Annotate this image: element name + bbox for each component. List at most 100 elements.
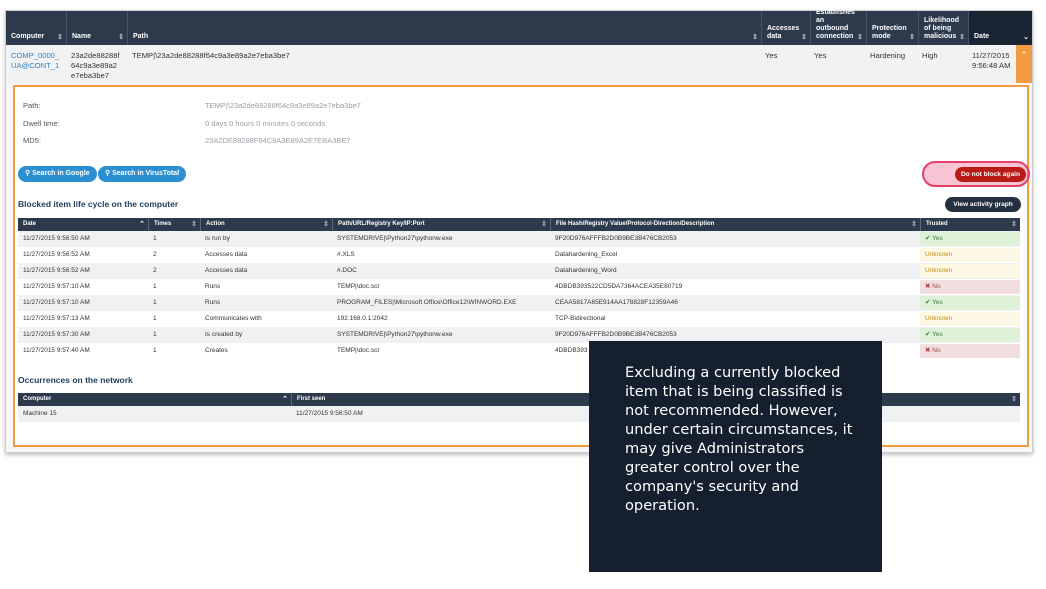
table-row[interactable]: 11/27/2015 9:56:52 AM 2 Accesses data #.XLS… [18,247,1020,263]
col-header-date[interactable]: Date ⌄ [968,11,1032,45]
col-header-label: Path [133,33,149,40]
lc-date: 11/27/2015 9:56:52 AM [23,267,90,274]
col-header-label: Name [72,33,92,40]
col-header-name[interactable]: Name ⇕ [66,11,127,45]
trusted-badge: Unknown [920,264,1020,278]
lc-action: Is run by [205,235,230,242]
computer-link[interactable]: COMP_0000_ UA@CONT_1 [11,51,59,71]
chevron-up-icon: ⌃ [139,221,145,228]
lc-action: Communicates with [205,315,262,322]
sort-arrows-icon[interactable]: ⇕ [959,33,965,41]
lc-path: TEMP|\doc.scr [337,347,380,354]
sort-arrows-icon: ⇕ [1011,221,1017,228]
trusted-label: Unknown [925,251,953,258]
sort-arrows-icon[interactable]: ⇕ [118,33,124,41]
sort-arrows-icon: ⇕ [911,221,917,228]
col-header-label: Protection mode [872,25,907,40]
accesses-data-value: Yes [765,51,778,60]
lc-path: #.DOC [337,267,357,274]
sort-arrows-icon[interactable]: ⇕ [57,33,63,41]
button-label: Search in VirusTotal [112,170,180,177]
lc-hash: TCP-Bidirectional [555,315,606,322]
lc-times: 1 [153,331,157,338]
sort-arrows-icon[interactable]: ⇕ [857,33,863,41]
lc-path: #.XLS [337,251,355,258]
view-activity-graph-button[interactable]: View activity graph [945,197,1021,212]
lc-times: 1 [153,347,157,354]
lc-action: Accesses data [205,267,248,274]
lc-path: TEMP|\doc.scr [337,283,380,290]
lc-date: 11/27/2015 9:56:50 AM [23,235,90,242]
lc-action: Runs [205,299,221,306]
sort-arrows-icon: ⇕ [1011,396,1017,403]
chevron-up-icon[interactable]: ⌃ [1016,45,1032,83]
lc-hash: CEAA5817A65E914AA178828F12359A46 [555,299,678,306]
lc-action: Creates [205,347,228,354]
sort-arrows-icon[interactable]: ⇕ [801,33,807,41]
trusted-label: Yes [932,299,943,306]
lc-times: 1 [153,283,157,290]
occ-header-computer[interactable]: Computer ⌃ [18,393,291,406]
lc-times: 2 [153,267,157,274]
header-label: Trusted [926,221,948,227]
sort-arrows-icon: ⇕ [323,221,329,228]
trusted-label: Unknown [925,315,953,322]
do-not-block-button[interactable]: Do not block again [955,167,1026,182]
table-row[interactable]: 11/27/2015 9:56:50 AM 1 Is run by SYSTEMDRI… [18,231,1020,247]
lc-action: Runs [205,283,221,290]
table-row[interactable]: 11/27/2015 9:57:10 AM 1 Runs PROGRAM_FILES|… [18,295,1020,311]
path-value: TEMP|\23a2de88288f64c9a3e89a2e7eba3be7 [205,101,361,110]
trusted-badge: ✔ Yes [920,328,1020,342]
header-label: Action [206,221,225,227]
col-header-likelihood[interactable]: Likelihood of being malicious ⇕ [918,11,968,45]
info-tooltip: Excluding a currently blocked item that … [589,341,882,572]
col-header-label: Date [974,33,990,40]
date-value: 11/27/2015 9:56:48 AM [972,51,1011,70]
lc-times: 1 [153,299,157,306]
header-label: File Hash/Registry Value/Protocol-Direct… [556,221,715,227]
lc-date: 11/27/2015 9:56:52 AM [23,251,90,258]
lc-hash: 4DBDB393522CD5DA7364ACEA35E80719 [555,283,683,290]
occ-first-seen: 11/27/2015 9:56:50 AM [296,410,363,417]
lc-header-action[interactable]: Action ⇕ [200,218,332,231]
chevron-up-icon: ⌃ [282,396,288,403]
table-row[interactable]: 11/27/2015 9:56:52 AM 2 Accesses data #.DOC… [18,263,1020,279]
trusted-label: Yes [932,235,943,242]
outbound-value: Yes [814,51,827,60]
sort-arrows-icon: ⇕ [191,221,197,228]
col-header-computer[interactable]: Computer ⇕ [6,11,66,45]
lc-action: Is created by [205,331,243,338]
lc-action: Accesses data [205,251,248,258]
header-label: Date [23,221,37,227]
col-header-path[interactable]: Path ⇕ [127,11,761,45]
search-virustotal-button[interactable]: ⚲ Search in VirusTotal [98,166,187,182]
header-label: Times [154,221,172,227]
chevron-down-icon[interactable]: ⌄ [1023,33,1029,41]
col-header-outbound[interactable]: Establishes an outbound connection ⇕ [810,9,866,45]
dwell-value: 0 days 0 hours 0 minutes 0 seconds [205,119,326,128]
likelihood-value: High [922,51,938,60]
lc-date: 11/27/2015 9:57:30 AM [23,331,90,338]
sort-arrows-icon[interactable]: ⇕ [752,33,758,41]
col-header-protection[interactable]: Protection mode ⇕ [866,11,918,45]
item-name: 23a2de88288f 64c9a3e89a2 e7eba3be7 [71,51,120,80]
lc-header-times[interactable]: Times ⇕ [148,218,200,231]
sort-arrows-icon: ⇕ [541,221,547,228]
table-row[interactable]: 11/27/2015 9:57:13 AM 1 Communicates with 1… [18,311,1020,327]
sort-arrows-icon[interactable]: ⇕ [909,33,915,41]
table-row[interactable]: 11/27/2015 9:57:10 AM 1 Runs TEMP|\doc.scr 4… [18,279,1020,295]
lc-header-trusted[interactable]: Trusted ⇕ [920,218,1020,231]
lc-header-path[interactable]: Path/URL/Registry Key/IP:Port ⇕ [332,218,550,231]
dwell-label: Dwell time: [23,119,60,128]
lc-date: 11/27/2015 9:57:13 AM [23,315,90,322]
lc-header-date[interactable]: Date ⌃ [18,218,148,231]
trusted-label: No [932,347,941,354]
header-label: Path/URL/Registry Key/IP:Port [338,221,425,227]
results-row[interactable]: COMP_0000_ UA@CONT_1 23a2de88288f 64c9a3… [6,45,1032,83]
search-google-button[interactable]: ⚲ Search in Google [18,166,97,182]
trusted-badge: ✖ No [920,344,1020,358]
col-header-accesses-data[interactable]: Accesses data ⇕ [761,11,810,45]
lc-times: 2 [153,251,157,258]
lc-header-hash[interactable]: File Hash/Registry Value/Protocol-Direct… [550,218,920,231]
item-path: TEMP|\23a2de88288f64c9a3e89a2e7eba3be7 [132,51,290,60]
